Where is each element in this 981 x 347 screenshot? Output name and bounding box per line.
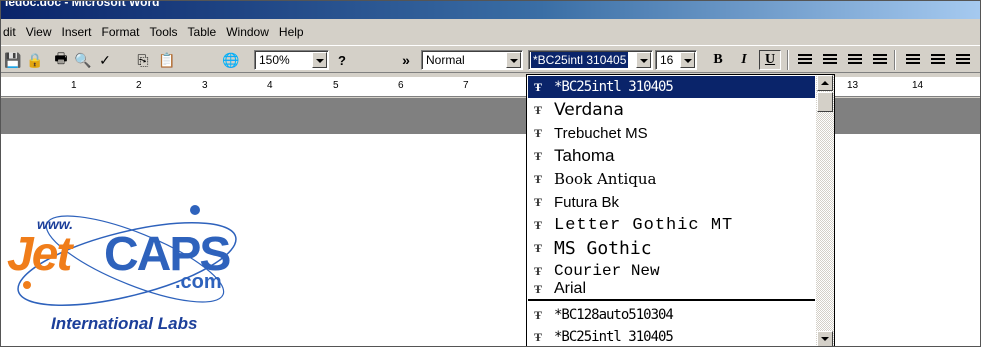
font-dropdown-icon[interactable] [636, 52, 651, 68]
style-value: Normal [426, 53, 465, 67]
font-option[interactable]: Ŧ Trebuchet MS [528, 122, 815, 144]
font-option[interactable]: Ŧ MS Gothic [528, 237, 815, 259]
logo-international-labs: International Labs [51, 314, 198, 333]
logo-jet: Jet [7, 228, 72, 281]
font-option[interactable]: Ŧ Futura Bk [528, 191, 815, 213]
ruler-number: 13 [847, 80, 859, 91]
truetype-icon: Ŧ [534, 125, 543, 140]
recent-fonts-separator [528, 299, 815, 301]
ruler-number: 5 [333, 80, 339, 91]
align-center-icon[interactable] [823, 54, 837, 66]
truetype-icon: Ŧ [534, 263, 543, 278]
print-preview-icon[interactable]: 🔍 [73, 50, 93, 70]
align-left-icon[interactable] [798, 54, 812, 66]
font-option[interactable]: Ŧ *BC25intl 310405 [528, 76, 815, 98]
truetype-icon: Ŧ [534, 148, 543, 163]
help-icon[interactable]: ? [332, 50, 352, 70]
menu-edit[interactable]: dit [1, 25, 21, 39]
ruler-number: 2 [136, 80, 142, 91]
menu-tools[interactable]: Tools [145, 25, 183, 39]
decrease-indent-icon[interactable] [956, 54, 970, 66]
font-dropdown-list[interactable]: Ŧ *BC25intl 310405 Ŧ Verdana Ŧ Trebuchet… [526, 74, 835, 346]
ruler-number: 6 [398, 80, 404, 91]
numbering-icon[interactable] [906, 54, 920, 66]
zoom-combo[interactable]: 150% [254, 50, 329, 70]
toolbar-separator [787, 50, 789, 70]
font-option[interactable]: Ŧ Book Antiqua [528, 168, 815, 190]
truetype-icon: Ŧ [534, 307, 543, 322]
font-option[interactable]: Ŧ Letter Gothic MT [528, 214, 815, 236]
underline-button[interactable]: U [759, 50, 781, 70]
ruler-number: 4 [267, 80, 273, 91]
italic-button[interactable]: I [733, 50, 755, 70]
toolbar-separator [894, 50, 896, 70]
menu-format[interactable]: Format [97, 25, 145, 39]
truetype-icon: Ŧ [534, 217, 544, 232]
menu-table[interactable]: Table [183, 25, 222, 39]
truetype-icon: Ŧ [534, 79, 543, 94]
font-size-combo[interactable]: 16 [655, 50, 697, 70]
menu-bar: dit View Insert Format Tools Table Windo… [1, 21, 980, 43]
font-option[interactable]: Ŧ *BC25intl 310405 [528, 326, 815, 346]
scroll-down-icon[interactable] [817, 331, 833, 346]
web-toolbar-icon[interactable]: 🌐 [221, 50, 241, 70]
print-icon[interactable]: 🖶 [51, 50, 71, 70]
window-title: ledoc.doc - Microsoft Word [5, 0, 160, 9]
ruler-number: 1 [71, 80, 77, 91]
word-window: ledoc.doc - Microsoft Word dit View Inse… [0, 0, 981, 347]
zoom-dropdown-icon[interactable] [312, 52, 327, 68]
ruler-number: 14 [912, 80, 924, 91]
font-list-scrollbar[interactable] [816, 75, 834, 346]
spelling-icon[interactable]: ✓ [95, 50, 115, 70]
font-combo[interactable]: *BC25intl 310405 [528, 50, 653, 70]
ruler-number: 3 [202, 80, 208, 91]
align-right-icon[interactable] [848, 54, 862, 66]
jetcaps-logo: www. Jet CAPS .com International Labs [7, 189, 237, 339]
font-value: *BC25intl 310405 [531, 52, 629, 68]
more-buttons-icon[interactable]: » [396, 50, 416, 70]
menu-view[interactable]: View [21, 25, 57, 39]
style-combo[interactable]: Normal [421, 50, 523, 70]
truetype-icon: Ŧ [534, 329, 543, 344]
font-option[interactable]: Ŧ Tahoma [528, 145, 815, 167]
zoom-value: 150% [259, 53, 290, 67]
truetype-icon: Ŧ [534, 171, 543, 186]
title-bar: ledoc.doc - Microsoft Word [1, 0, 980, 19]
menu-insert[interactable]: Insert [56, 25, 96, 39]
menu-help[interactable]: Help [274, 25, 309, 39]
truetype-icon: Ŧ [534, 102, 543, 117]
justify-icon[interactable] [873, 54, 887, 66]
style-dropdown-icon[interactable] [506, 52, 521, 68]
permission-icon[interactable]: 🔒 [25, 50, 45, 70]
scroll-thumb[interactable] [817, 92, 833, 112]
bold-button[interactable]: B [707, 50, 729, 70]
menu-window[interactable]: Window [221, 25, 274, 39]
standard-toolbar: 💾 🔒 🖶 🔍 ✓ ⎘ 📋 🌐 150% ? » Normal *BC25int… [1, 45, 980, 73]
ruler-number: 7 [463, 80, 469, 91]
paste-icon[interactable]: 📋 [157, 50, 177, 70]
font-size-value: 16 [660, 53, 674, 67]
font-option[interactable]: Ŧ *BC128auto510304 [528, 304, 815, 326]
truetype-icon: Ŧ [534, 240, 543, 255]
copy-icon[interactable]: ⎘ [133, 50, 153, 70]
scroll-up-icon[interactable] [817, 75, 833, 91]
bullets-icon[interactable] [931, 54, 945, 66]
size-dropdown-icon[interactable] [680, 52, 695, 68]
truetype-icon: Ŧ [534, 194, 543, 209]
save-icon[interactable]: 💾 [3, 50, 23, 70]
truetype-icon: Ŧ [534, 281, 543, 296]
logo-com: .com [175, 271, 222, 293]
font-option[interactable]: Ŧ Arial [528, 278, 815, 300]
font-option[interactable]: Ŧ Verdana [528, 99, 815, 121]
